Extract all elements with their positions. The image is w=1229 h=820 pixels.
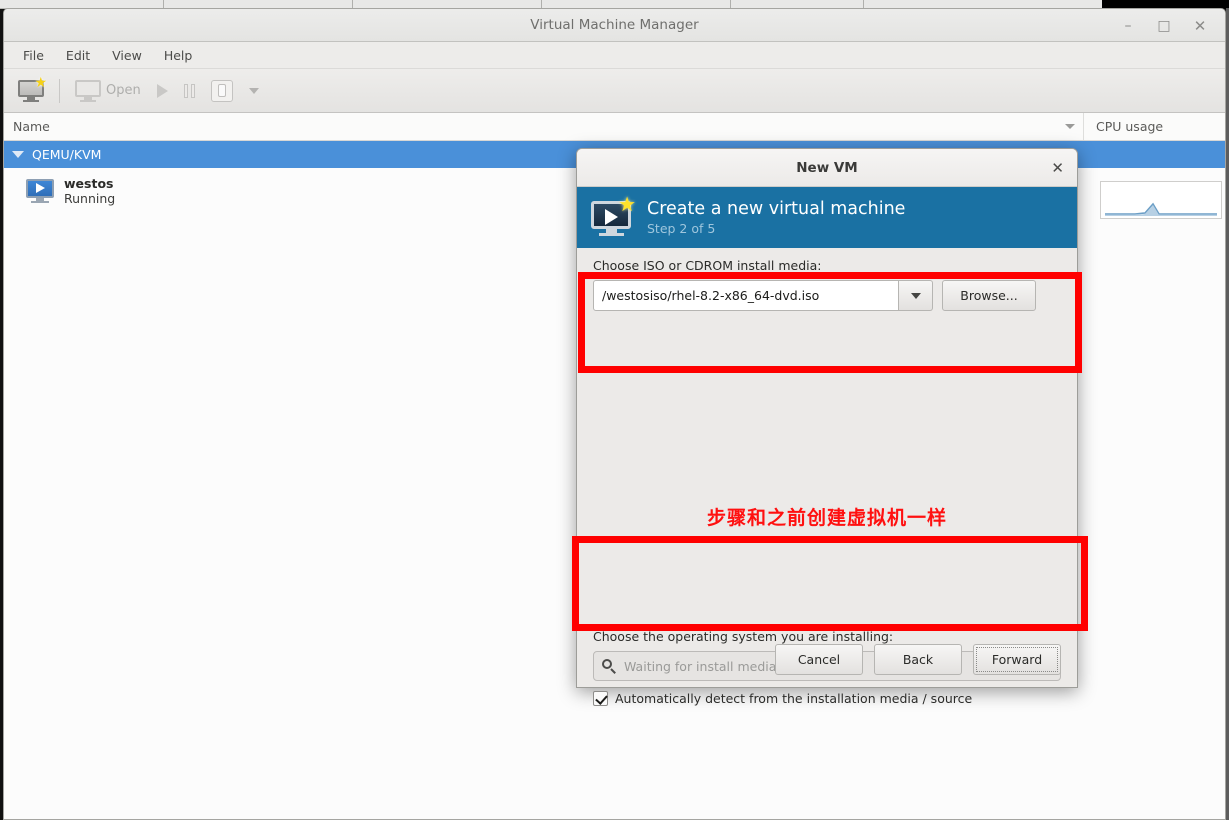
cpu-usage-sparkline xyxy=(1100,181,1222,219)
dialog-banner-text: Create a new virtual machine Step 2 of 5 xyxy=(647,198,905,238)
column-header-cpu-usage[interactable]: CPU usage xyxy=(1084,119,1225,134)
list-column-headers: Name CPU usage xyxy=(4,113,1225,141)
menu-item-file[interactable]: File xyxy=(12,44,55,67)
shutdown-button[interactable] xyxy=(203,74,241,108)
dialog-step: Step 2 of 5 xyxy=(647,220,716,236)
iso-media-label: Choose ISO or CDROM install media: xyxy=(593,258,822,273)
cpu-usage-chart xyxy=(1105,202,1217,216)
shutdown-menu-button[interactable] xyxy=(241,74,267,108)
os-selection-highlight-box xyxy=(572,536,1088,631)
new-vm-banner-icon: ★ xyxy=(591,194,636,237)
page-title: Virtual Machine Manager xyxy=(530,17,699,33)
vm-state: Running xyxy=(64,190,116,206)
chevron-down-icon[interactable] xyxy=(12,151,24,158)
run-button[interactable] xyxy=(149,74,176,108)
column-header-name[interactable]: Name xyxy=(4,113,1084,140)
menubar: File Edit View Help xyxy=(4,42,1225,69)
cancel-button[interactable]: Cancel xyxy=(775,643,863,675)
dialog-title: New VM xyxy=(796,160,858,176)
screen: Virtual Machine Manager – □ ✕ File Edit … xyxy=(0,0,1229,820)
chevron-down-icon xyxy=(248,87,259,94)
toolbar: ★ Open xyxy=(4,69,1225,113)
menu-item-view[interactable]: View xyxy=(101,44,153,67)
dialog-heading: Create a new virtual machine xyxy=(647,198,906,219)
new-vm-button[interactable]: ★ xyxy=(10,74,52,108)
vm-row-text: westos Running xyxy=(64,176,115,206)
back-button[interactable]: Back xyxy=(874,643,962,675)
window-titlebar: Virtual Machine Manager – □ ✕ xyxy=(4,9,1225,42)
vm-name: westos xyxy=(64,175,114,191)
column-header-name-label: Name xyxy=(13,119,50,134)
menu-item-edit[interactable]: Edit xyxy=(55,44,101,67)
pause-button[interactable] xyxy=(176,74,203,108)
dialog-footer: Cancel Back Forward xyxy=(577,631,1077,687)
annotation-note: 步骤和之前创建虚拟机一样 xyxy=(706,507,947,529)
iso-media-highlight-box xyxy=(578,272,1082,373)
dialog-banner: ★ Create a new virtual machine Step 2 of… xyxy=(577,187,1077,248)
dialog-titlebar: New VM ✕ xyxy=(577,149,1077,187)
close-icon[interactable]: ✕ xyxy=(1190,16,1210,36)
shutdown-icon xyxy=(210,79,233,102)
dialog-close-icon[interactable]: ✕ xyxy=(1051,159,1064,177)
new-vm-icon: ★ xyxy=(18,76,47,102)
vm-running-icon xyxy=(26,178,54,203)
pause-icon xyxy=(183,83,195,98)
open-button-label: Open xyxy=(106,83,141,98)
chevron-down-icon[interactable] xyxy=(1065,124,1075,129)
monitor-icon xyxy=(75,79,101,102)
minimize-icon[interactable]: – xyxy=(1118,16,1138,36)
maximize-icon[interactable]: □ xyxy=(1154,16,1174,36)
forward-button[interactable]: Forward xyxy=(973,643,1061,675)
autodetect-checkbox-row[interactable]: Automatically detect from the installati… xyxy=(593,691,1061,706)
menu-item-help[interactable]: Help xyxy=(153,44,204,67)
autodetect-checkbox[interactable] xyxy=(593,691,608,706)
open-button[interactable]: Open xyxy=(67,74,149,108)
connection-label: QEMU/KVM xyxy=(32,147,102,162)
play-icon xyxy=(156,83,168,98)
toolbar-separator xyxy=(59,78,60,103)
autodetect-label: Automatically detect from the installati… xyxy=(615,691,973,706)
